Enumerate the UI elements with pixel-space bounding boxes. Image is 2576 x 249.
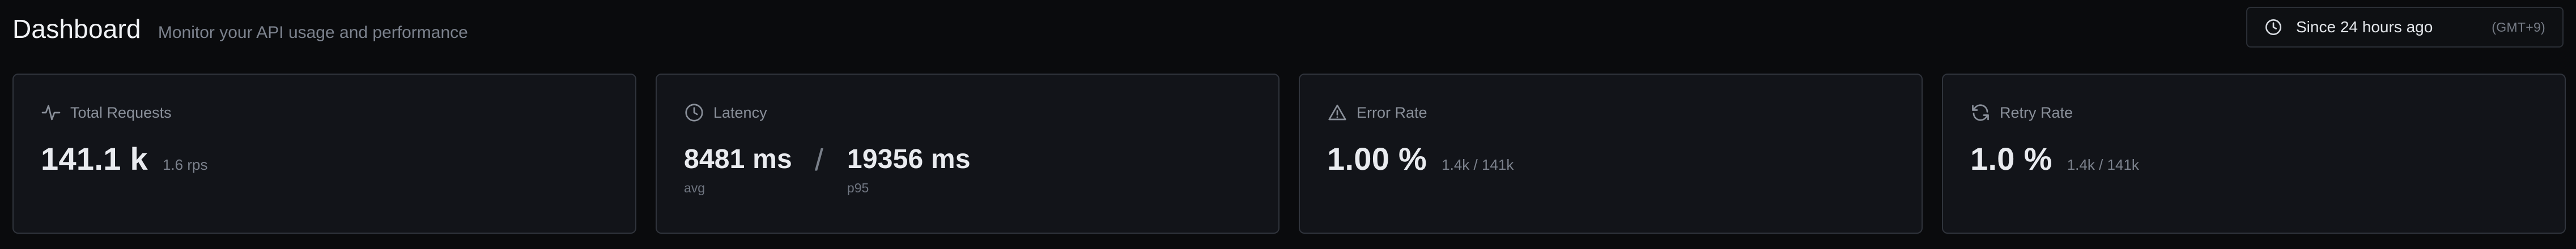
card-label: Latency: [713, 104, 767, 121]
page-title: Dashboard: [12, 14, 141, 44]
metric-sub: 1.6 rps: [162, 156, 208, 173]
latency-row: 8481 ms avg / 19356 ms p95: [684, 144, 971, 196]
card-latency: Latency 8481 ms avg / 19356 ms p95: [656, 74, 1280, 234]
latency-avg: 8481 ms avg: [684, 144, 792, 196]
title-group: Dashboard Monitor your API usage and per…: [12, 14, 468, 44]
warning-triangle-icon: [1327, 102, 1347, 123]
latency-p95: 19356 ms p95: [847, 144, 971, 196]
latency-separator: /: [814, 143, 823, 177]
metric-value: 1.00 %: [1327, 141, 1427, 177]
clock-icon: [684, 102, 704, 123]
metric-cards: Total Requests 141.1 k 1.6 rps Latency 8…: [12, 74, 2566, 234]
card-label: Retry Rate: [2000, 104, 2073, 121]
dashboard-page: Dashboard Monitor your API usage and per…: [0, 0, 2576, 249]
latency-p95-label: p95: [847, 181, 869, 195]
metric-value: 141.1 k: [41, 141, 148, 177]
timezone-label: (GMT+9): [2492, 19, 2545, 35]
card-total-requests: Total Requests 141.1 k 1.6 rps: [12, 74, 636, 234]
latency-avg-label: avg: [684, 181, 705, 195]
metric-sub: 1.4k / 141k: [1442, 156, 1514, 173]
activity-icon: [41, 102, 61, 123]
time-range-button[interactable]: Since 24 hours ago (GMT+9): [2246, 7, 2564, 48]
time-range-label: Since 24 hours ago: [2296, 18, 2433, 36]
card-label: Error Rate: [1357, 104, 1427, 121]
card-header: Error Rate: [1327, 102, 1427, 123]
card-label: Total Requests: [70, 104, 172, 121]
card-header: Latency: [684, 102, 767, 123]
refresh-icon: [1970, 102, 1991, 123]
metric-row: 1.0 % 1.4k / 141k: [1970, 140, 2139, 177]
clock-icon: [2264, 18, 2282, 36]
card-error-rate: Error Rate 1.00 % 1.4k / 141k: [1299, 74, 1923, 234]
card-header: Total Requests: [41, 102, 172, 123]
page-header: Dashboard Monitor your API usage and per…: [12, 7, 2564, 48]
card-header: Retry Rate: [1970, 102, 2073, 123]
metric-value: 1.0 %: [1970, 141, 2052, 177]
latency-avg-value: 8481 ms: [684, 144, 792, 174]
metric-row: 1.00 % 1.4k / 141k: [1327, 140, 1514, 177]
page-subtitle: Monitor your API usage and performance: [158, 23, 468, 42]
metric-sub: 1.4k / 141k: [2067, 156, 2139, 173]
card-retry-rate: Retry Rate 1.0 % 1.4k / 141k: [1942, 74, 2566, 234]
metric-row: 141.1 k 1.6 rps: [41, 140, 207, 177]
latency-p95-value: 19356 ms: [847, 144, 971, 174]
